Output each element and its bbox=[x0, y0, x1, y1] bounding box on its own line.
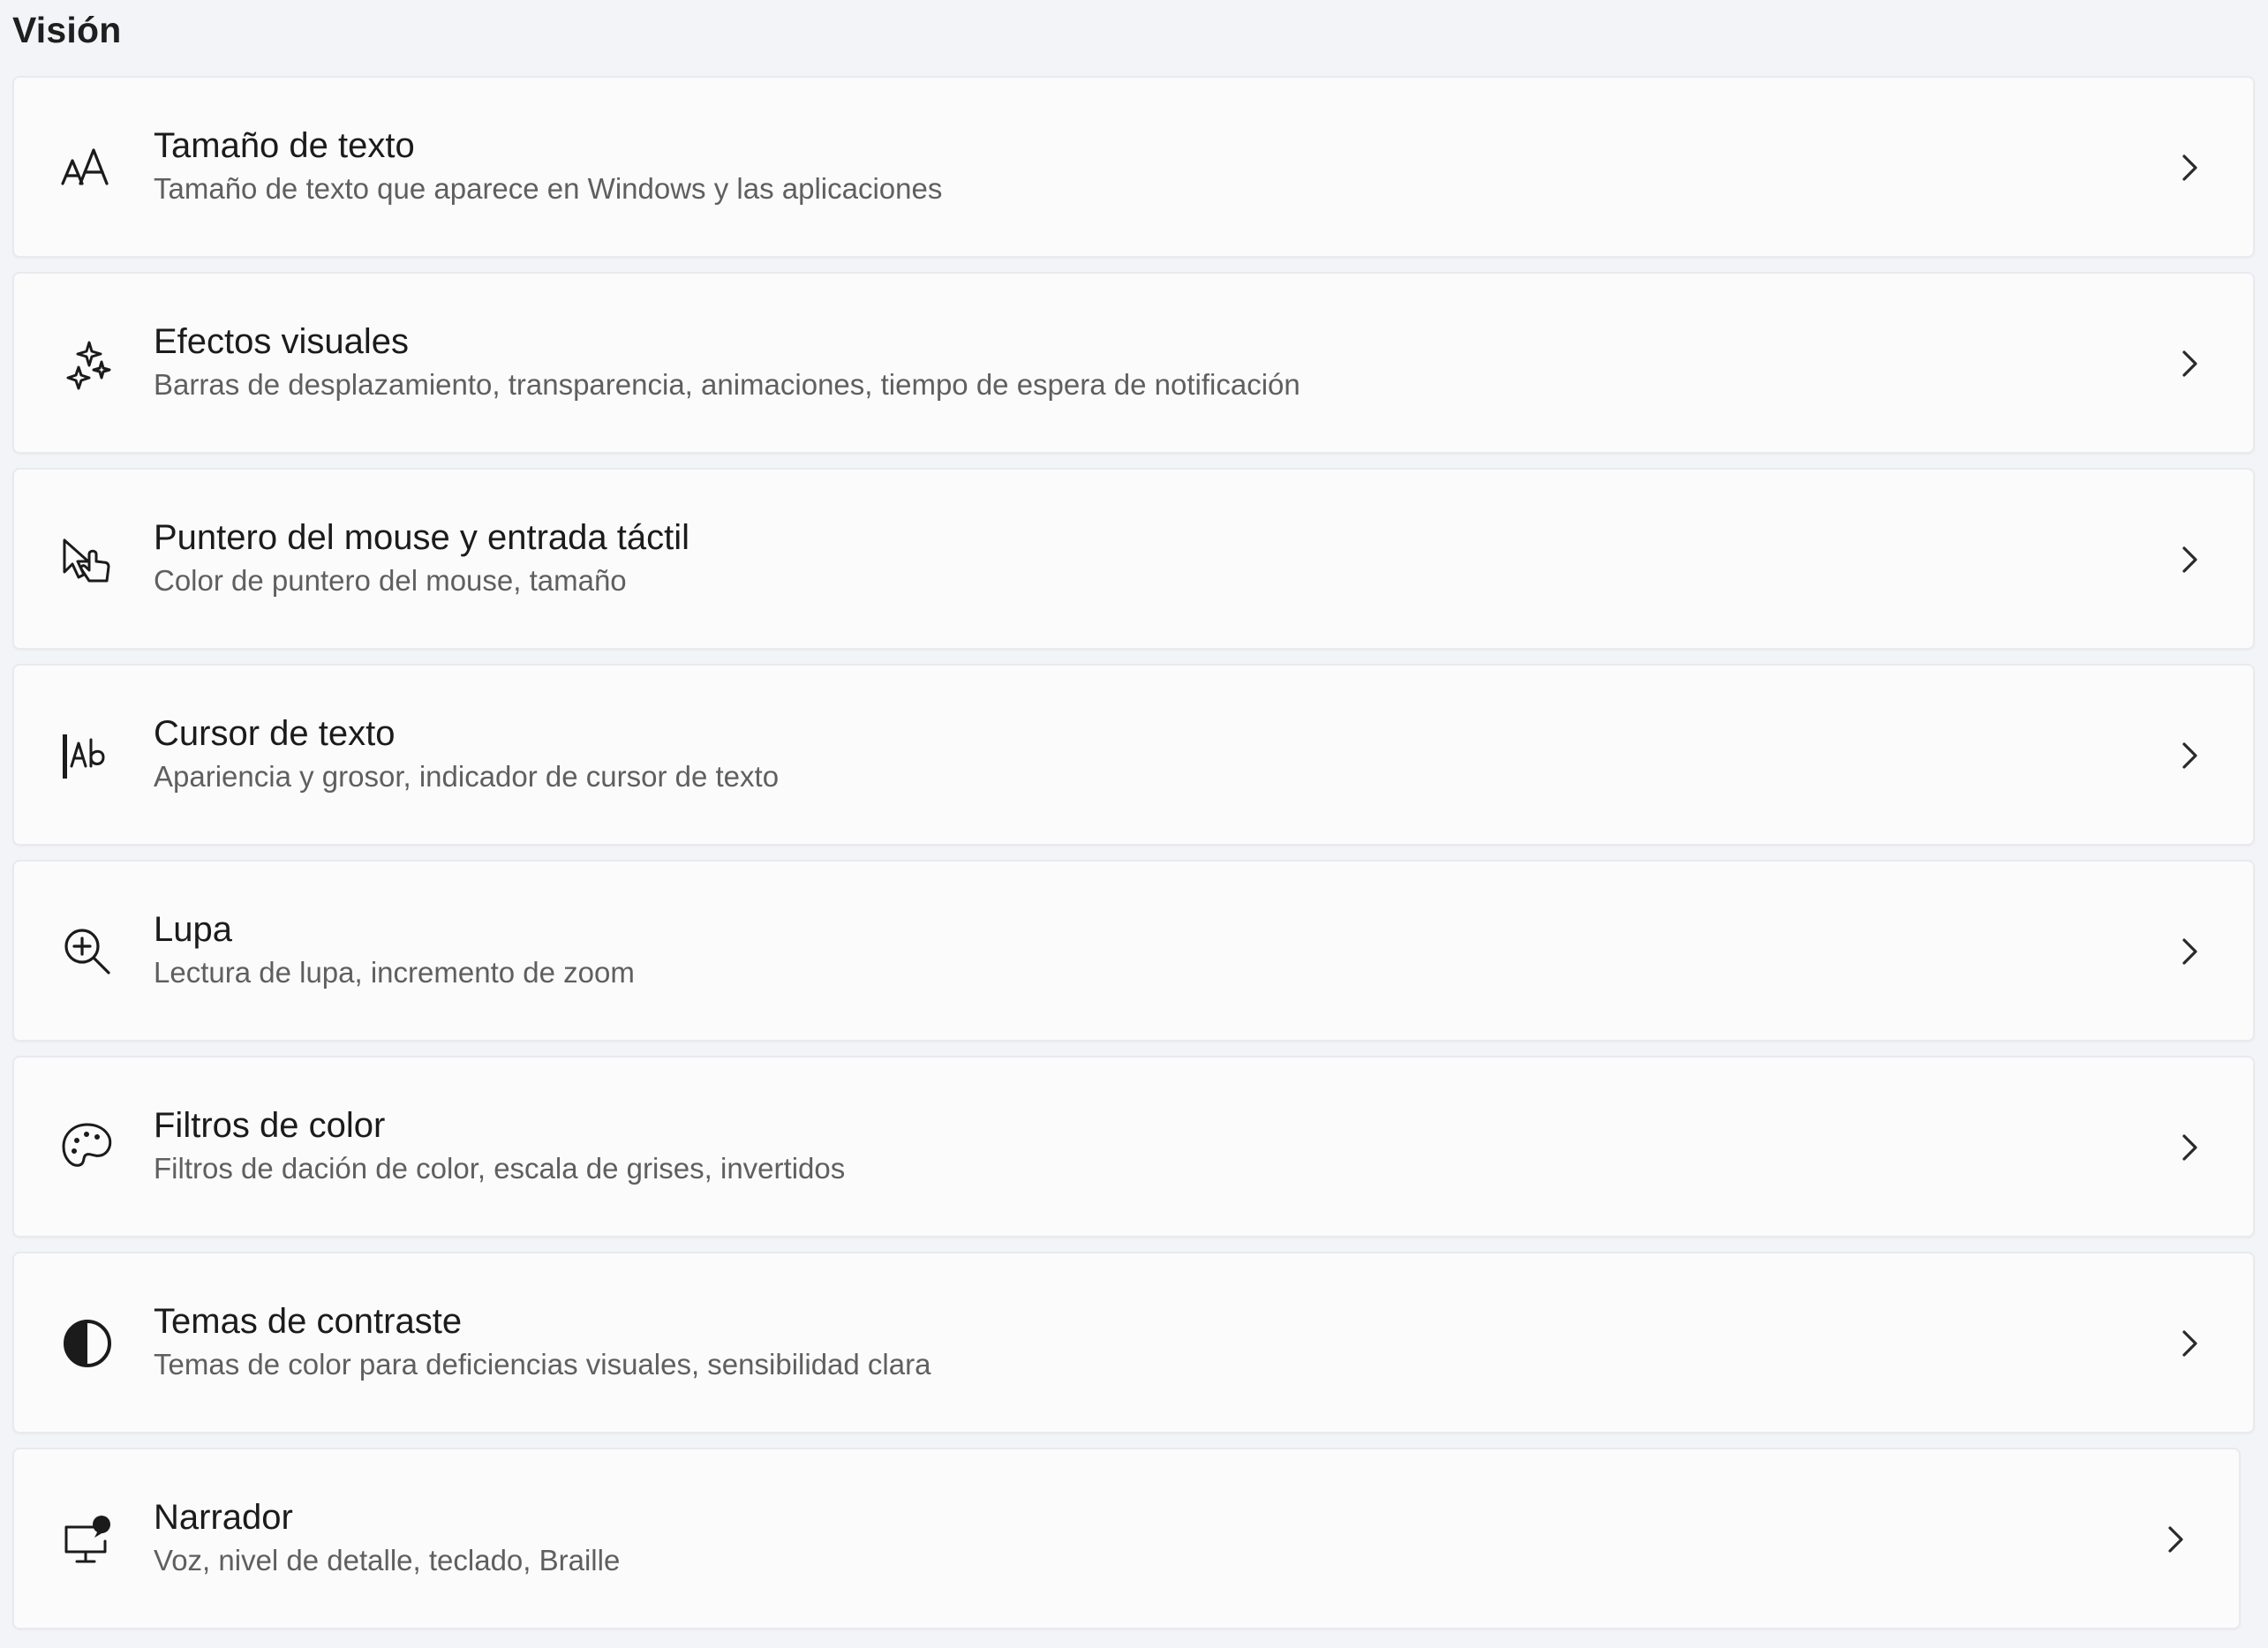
mouse-pointer-touch-icon bbox=[49, 522, 125, 598]
settings-item-title: Narrador bbox=[154, 1498, 293, 1537]
settings-item-visual-effects[interactable]: Efectos visuales Barras de desplazamient… bbox=[12, 272, 2255, 454]
narrator-icon bbox=[49, 1501, 125, 1577]
settings-item-description: Temas de color para deficiencias visuale… bbox=[154, 1348, 931, 1381]
chevron-right-icon bbox=[2165, 1319, 2214, 1368]
text-cursor-icon bbox=[49, 718, 125, 794]
settings-item-narrator[interactable]: Narrador Voz, nivel de detalle, teclado,… bbox=[12, 1448, 2241, 1629]
settings-item-title: Filtros de color bbox=[154, 1106, 386, 1145]
settings-item-title: Lupa bbox=[154, 910, 232, 949]
chevron-right-icon bbox=[2165, 927, 2214, 976]
settings-item-description: Apariencia y grosor, indicador de cursor… bbox=[154, 760, 780, 793]
chevron-right-icon bbox=[2151, 1515, 2200, 1564]
settings-item-title: Efectos visuales bbox=[154, 322, 410, 361]
chevron-right-icon bbox=[2165, 535, 2214, 584]
chevron-right-icon bbox=[2165, 339, 2214, 388]
chevron-right-icon bbox=[2165, 1123, 2214, 1172]
chevron-right-icon bbox=[2165, 143, 2214, 192]
settings-item-text-size[interactable]: Tamaño de texto Tamaño de texto que apar… bbox=[12, 76, 2255, 258]
chevron-right-icon bbox=[2165, 731, 2214, 780]
settings-item-mouse-pointer[interactable]: Puntero del mouse y entrada táctil Color… bbox=[12, 468, 2255, 650]
settings-item-description: Filtros de dación de color, escala de gr… bbox=[154, 1152, 846, 1185]
settings-item-magnifier[interactable]: Lupa Lectura de lupa, incremento de zoom bbox=[12, 860, 2255, 1042]
settings-item-text-cursor[interactable]: Cursor de texto Apariencia y grosor, ind… bbox=[12, 664, 2255, 846]
color-palette-icon bbox=[49, 1110, 125, 1185]
settings-item-title: Temas de contraste bbox=[154, 1302, 463, 1341]
settings-item-description: Lectura de lupa, incremento de zoom bbox=[154, 956, 635, 989]
section-title-vision: Visión bbox=[12, 10, 122, 50]
settings-item-description: Color de puntero del mouse, tamaño bbox=[154, 564, 627, 597]
text-size-icon bbox=[49, 130, 125, 206]
settings-item-title: Cursor de texto bbox=[154, 714, 396, 753]
magnifier-icon bbox=[49, 914, 125, 990]
settings-item-title: Puntero del mouse y entrada táctil bbox=[154, 518, 690, 557]
settings-list: Tamaño de texto Tamaño de texto que apar… bbox=[12, 76, 2255, 1629]
settings-item-description: Barras de desplazamiento, transparencia,… bbox=[154, 368, 1300, 401]
settings-item-description: Voz, nivel de detalle, teclado, Braille bbox=[154, 1544, 621, 1577]
sparkle-icon bbox=[49, 326, 125, 402]
settings-item-color-filters[interactable]: Filtros de color Filtros de dación de co… bbox=[12, 1056, 2255, 1238]
settings-item-title: Tamaño de texto bbox=[154, 126, 415, 165]
contrast-icon bbox=[49, 1306, 125, 1381]
settings-item-description: Tamaño de texto que aparece en Windows y… bbox=[154, 172, 943, 205]
settings-item-contrast-themes[interactable]: Temas de contraste Temas de color para d… bbox=[12, 1252, 2255, 1434]
